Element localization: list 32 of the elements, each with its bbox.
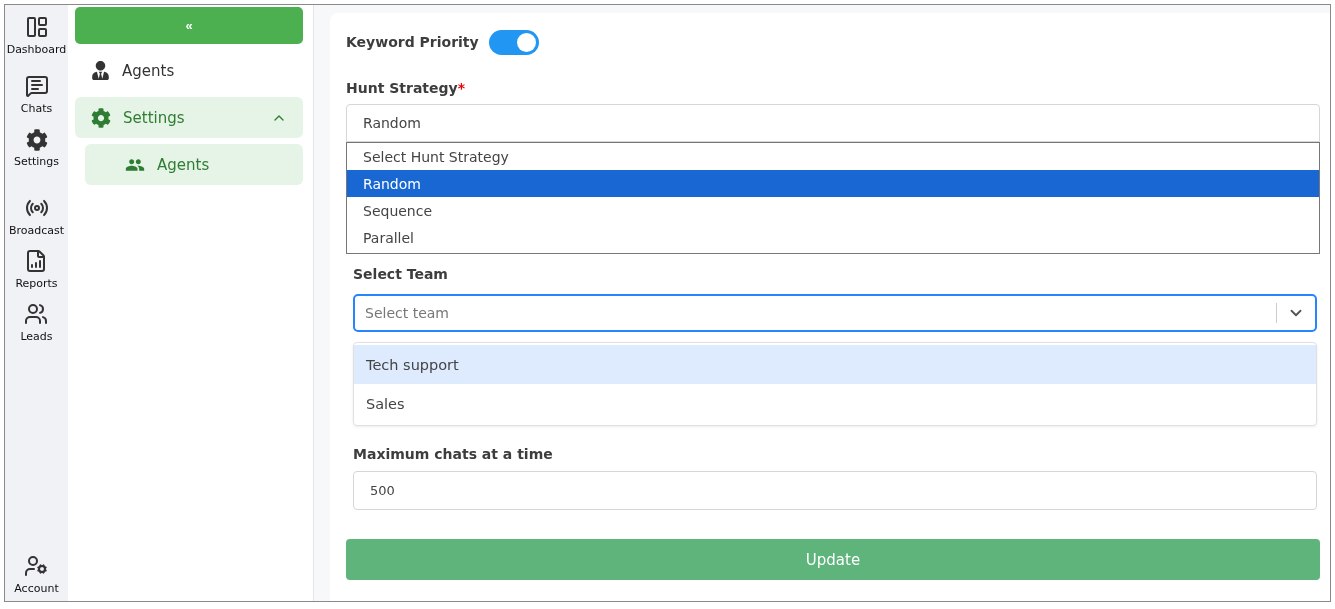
dashboard-icon bbox=[24, 15, 49, 39]
sidebar-item-label: Agents bbox=[122, 61, 176, 80]
input-field[interactable]: 500 bbox=[353, 471, 1317, 510]
settings-icon bbox=[25, 129, 48, 151]
rail-item[interactable]: Leads bbox=[20, 302, 53, 343]
dropdown-option[interactable]: Tech support bbox=[354, 345, 1316, 384]
sidebar-item[interactable]: Agents bbox=[75, 50, 303, 91]
field-label: Maximum chats at a time bbox=[353, 446, 554, 462]
field-label: Select Team bbox=[353, 266, 449, 282]
sidebar-item-label: Settings bbox=[123, 108, 186, 127]
user-gear-icon bbox=[24, 554, 49, 578]
rail-item[interactable]: Broadcast bbox=[8, 196, 65, 237]
rail-item[interactable]: Settings bbox=[13, 129, 60, 168]
rail-item[interactable]: Account bbox=[14, 554, 59, 595]
placeholder-text: Select team bbox=[364, 305, 450, 321]
sidebar-subitem[interactable]: Agents bbox=[85, 144, 303, 185]
settings-icon bbox=[91, 107, 111, 128]
sidebar-item[interactable]: Settings bbox=[75, 97, 303, 138]
rail-item[interactable]: Reports bbox=[15, 249, 58, 290]
users-icon bbox=[24, 302, 49, 326]
rail-item[interactable]: Dashboard bbox=[6, 15, 67, 56]
field-label: Keyword Priority bbox=[346, 34, 479, 50]
dropdown-option[interactable]: Sales bbox=[354, 384, 1316, 423]
select-field[interactable]: Random bbox=[346, 104, 1320, 142]
field-label: Hunt Strategy* bbox=[346, 80, 466, 96]
toggle-switch[interactable] bbox=[488, 29, 539, 55]
agent-icon bbox=[91, 61, 110, 80]
sidebar-item-label: Agents bbox=[157, 155, 211, 174]
dropdown-option[interactable]: Random bbox=[347, 170, 1319, 197]
rail-item[interactable]: Chats bbox=[20, 74, 53, 115]
select-field[interactable]: Select team bbox=[353, 294, 1317, 332]
chat-icon bbox=[24, 74, 49, 98]
